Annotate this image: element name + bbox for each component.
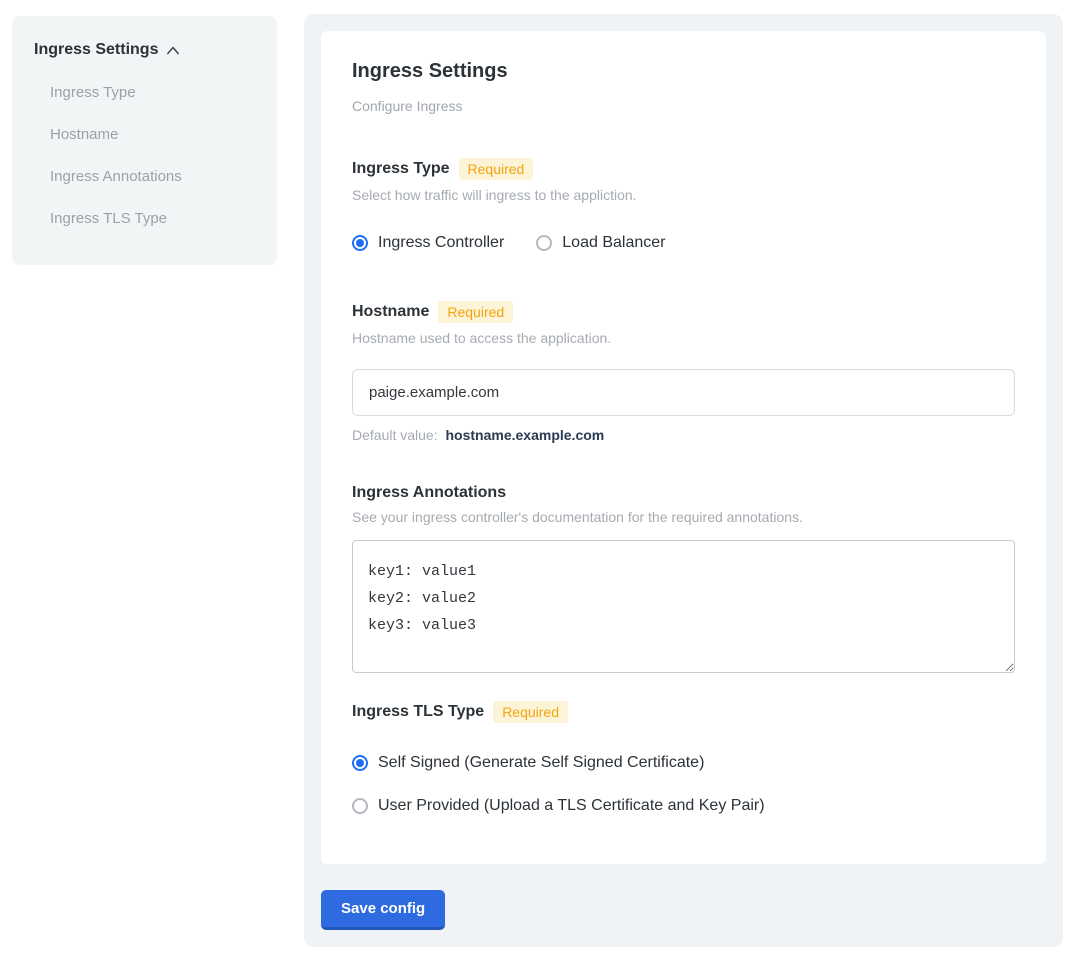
chevron-up-icon xyxy=(166,44,180,58)
hostname-input[interactable] xyxy=(352,369,1015,416)
radio-option-load-balancer[interactable]: Load Balancer xyxy=(536,234,665,252)
sidebar-item-ingress-type[interactable]: Ingress Type xyxy=(50,85,255,101)
sidebar-nav: Ingress Type Hostname Ingress Annotation… xyxy=(50,85,255,227)
radio-option-ingress-controller[interactable]: Ingress Controller xyxy=(352,234,504,252)
default-value-prefix: Default value: xyxy=(352,427,438,443)
radio-label: User Provided (Upload a TLS Certificate … xyxy=(378,797,765,815)
sidebar: Ingress Settings Ingress Type Hostname I… xyxy=(12,16,277,265)
field-ingress-type: Ingress Type Required Select how traffic… xyxy=(352,158,1015,252)
ingress-annotations-label: Ingress Annotations xyxy=(352,484,506,502)
field-ingress-annotations: Ingress Annotations See your ingress con… xyxy=(352,484,1015,678)
hostname-label: Hostname xyxy=(352,303,429,321)
radio-option-user-provided[interactable]: User Provided (Upload a TLS Certificate … xyxy=(352,797,1015,815)
radio-icon xyxy=(352,755,368,771)
ingress-type-radio-group: Ingress Controller Load Balancer xyxy=(352,234,1015,252)
sidebar-item-ingress-tls-type[interactable]: Ingress TLS Type xyxy=(50,211,255,227)
radio-icon xyxy=(352,235,368,251)
save-config-button[interactable]: Save config xyxy=(321,890,445,930)
tls-type-radio-group: Self Signed (Generate Self Signed Certif… xyxy=(352,754,1015,815)
page-subtitle: Configure Ingress xyxy=(352,98,1015,114)
radio-label: Self Signed (Generate Self Signed Certif… xyxy=(378,754,704,772)
ingress-type-description: Select how traffic will ingress to the a… xyxy=(352,187,1015,203)
main-panel: Ingress Settings Configure Ingress Ingre… xyxy=(304,14,1063,947)
radio-label: Ingress Controller xyxy=(378,234,504,252)
radio-icon xyxy=(536,235,552,251)
sidebar-item-ingress-annotations[interactable]: Ingress Annotations xyxy=(50,169,255,185)
hostname-description: Hostname used to access the application. xyxy=(352,330,1015,346)
radio-label: Load Balancer xyxy=(562,234,665,252)
settings-card: Ingress Settings Configure Ingress Ingre… xyxy=(321,31,1046,864)
page-title: Ingress Settings xyxy=(352,60,1015,83)
sidebar-item-hostname[interactable]: Hostname xyxy=(50,127,255,143)
ingress-tls-type-label: Ingress TLS Type xyxy=(352,703,484,721)
field-ingress-tls-type: Ingress TLS Type Required Self Signed (G… xyxy=(352,701,1015,815)
radio-option-self-signed[interactable]: Self Signed (Generate Self Signed Certif… xyxy=(352,754,1015,772)
field-hostname: Hostname Required Hostname used to acces… xyxy=(352,301,1015,443)
required-badge: Required xyxy=(438,301,513,323)
ingress-annotations-textarea[interactable]: key1: value1 key2: value2 key3: value3 xyxy=(352,540,1015,673)
required-badge: Required xyxy=(493,701,568,723)
hostname-default-line: Default value: hostname.example.com xyxy=(352,427,1015,443)
radio-icon xyxy=(352,798,368,814)
ingress-annotations-description: See your ingress controller's documentat… xyxy=(352,509,1015,525)
required-badge: Required xyxy=(459,158,534,180)
ingress-type-label: Ingress Type xyxy=(352,160,450,178)
sidebar-group-title: Ingress Settings xyxy=(34,41,158,59)
sidebar-group-header[interactable]: Ingress Settings xyxy=(34,41,255,59)
default-value-text: hostname.example.com xyxy=(446,427,605,443)
